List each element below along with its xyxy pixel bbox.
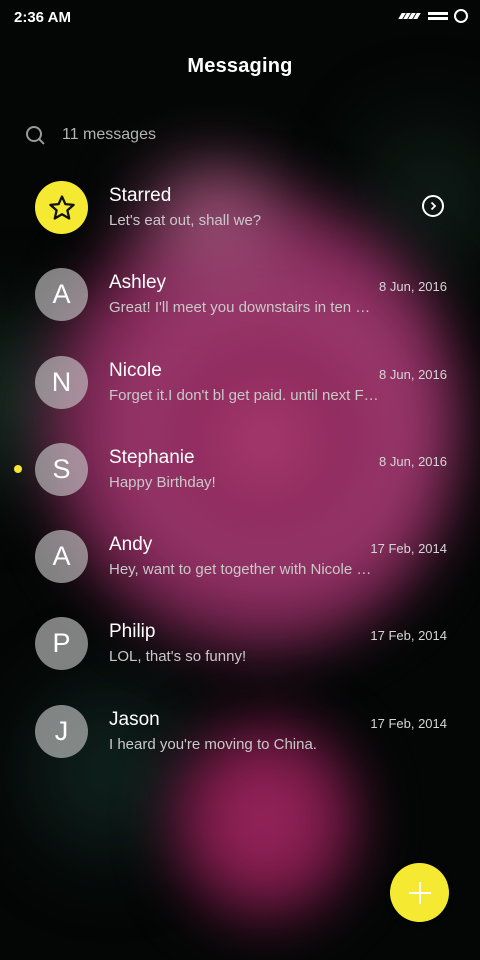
conversation-date: 17 Feb, 2014 [370, 628, 447, 644]
conversation-starred[interactable]: Starred Let's eat out, shall we? [0, 164, 480, 251]
status-time: 2:36 AM [14, 9, 71, 26]
conversation-preview: Hey, want to get together with Nicole … [109, 561, 372, 579]
conversation-preview: Happy Birthday! [109, 473, 216, 491]
star-icon [48, 194, 75, 220]
signal-icon [398, 11, 422, 21]
conversation-preview: Great! I'll meet you downstairs in ten … [109, 299, 371, 317]
avatar [35, 181, 88, 234]
new-message-button[interactable] [390, 863, 449, 922]
conversation-name: Ashley [109, 272, 167, 294]
conversation-date: 8 Jun, 2016 [379, 453, 447, 469]
avatar: J [35, 704, 88, 758]
conversation-name: Philip [109, 621, 156, 643]
conversation-name: Jason [109, 708, 160, 730]
conversation-philip[interactable]: P Philip 17 Feb, 2014 LOL, that's so fun… [0, 600, 480, 687]
conversation-preview: I heard you're moving to China. [109, 735, 317, 753]
avatar: N [35, 355, 88, 409]
avatar: P [35, 617, 88, 671]
conversation-date: 8 Jun, 2016 [379, 279, 447, 295]
avatar: A [35, 530, 88, 584]
unread-indicator [14, 464, 22, 473]
chevron-right-icon[interactable] [422, 195, 444, 217]
conversation-ashley[interactable]: A Ashley 8 Jun, 2016 Great! I'll meet yo… [0, 251, 480, 338]
conversation-preview: LOL, that's so funny! [109, 648, 247, 666]
conversation-date: 17 Feb, 2014 [370, 541, 447, 557]
search-bar[interactable]: 11 messages [26, 120, 156, 150]
avatar: A [35, 268, 88, 322]
conversation-preview: Let's eat out, shall we? [109, 212, 262, 229]
battery-icon [454, 9, 468, 23]
header: Messaging [0, 55, 480, 78]
status-bar: 2:36 AM [0, 0, 480, 34]
conversation-preview: Forget it.I don't bl get paid. until nex… [109, 386, 379, 404]
conversation-date: 8 Jun, 2016 [379, 366, 447, 382]
conversation-list: Starred Let's eat out, shall we? A Ashle… [0, 164, 480, 775]
search-icon [26, 126, 45, 145]
status-icons [398, 9, 468, 23]
conversation-name: Nicole [109, 359, 162, 381]
message-count: 11 messages [62, 126, 156, 143]
conversation-date: 17 Feb, 2014 [370, 715, 447, 731]
wifi-icon [428, 10, 448, 22]
conversation-andy[interactable]: A Andy 17 Feb, 2014 Hey, want to get tog… [0, 513, 480, 600]
conversation-name: Starred [109, 185, 172, 206]
avatar: S [35, 442, 88, 496]
conversation-name: Andy [109, 534, 153, 556]
conversation-jason[interactable]: J Jason 17 Feb, 2014 I heard you're movi… [0, 688, 480, 775]
conversation-name: Stephanie [109, 446, 195, 468]
conversation-nicole[interactable]: N Nicole 8 Jun, 2016 Forget it.I don't b… [0, 339, 480, 426]
conversation-stephanie[interactable]: S Stephanie 8 Jun, 2016 Happy Birthday! [0, 426, 480, 513]
plus-icon [408, 881, 431, 904]
page-title: Messaging [187, 55, 293, 77]
